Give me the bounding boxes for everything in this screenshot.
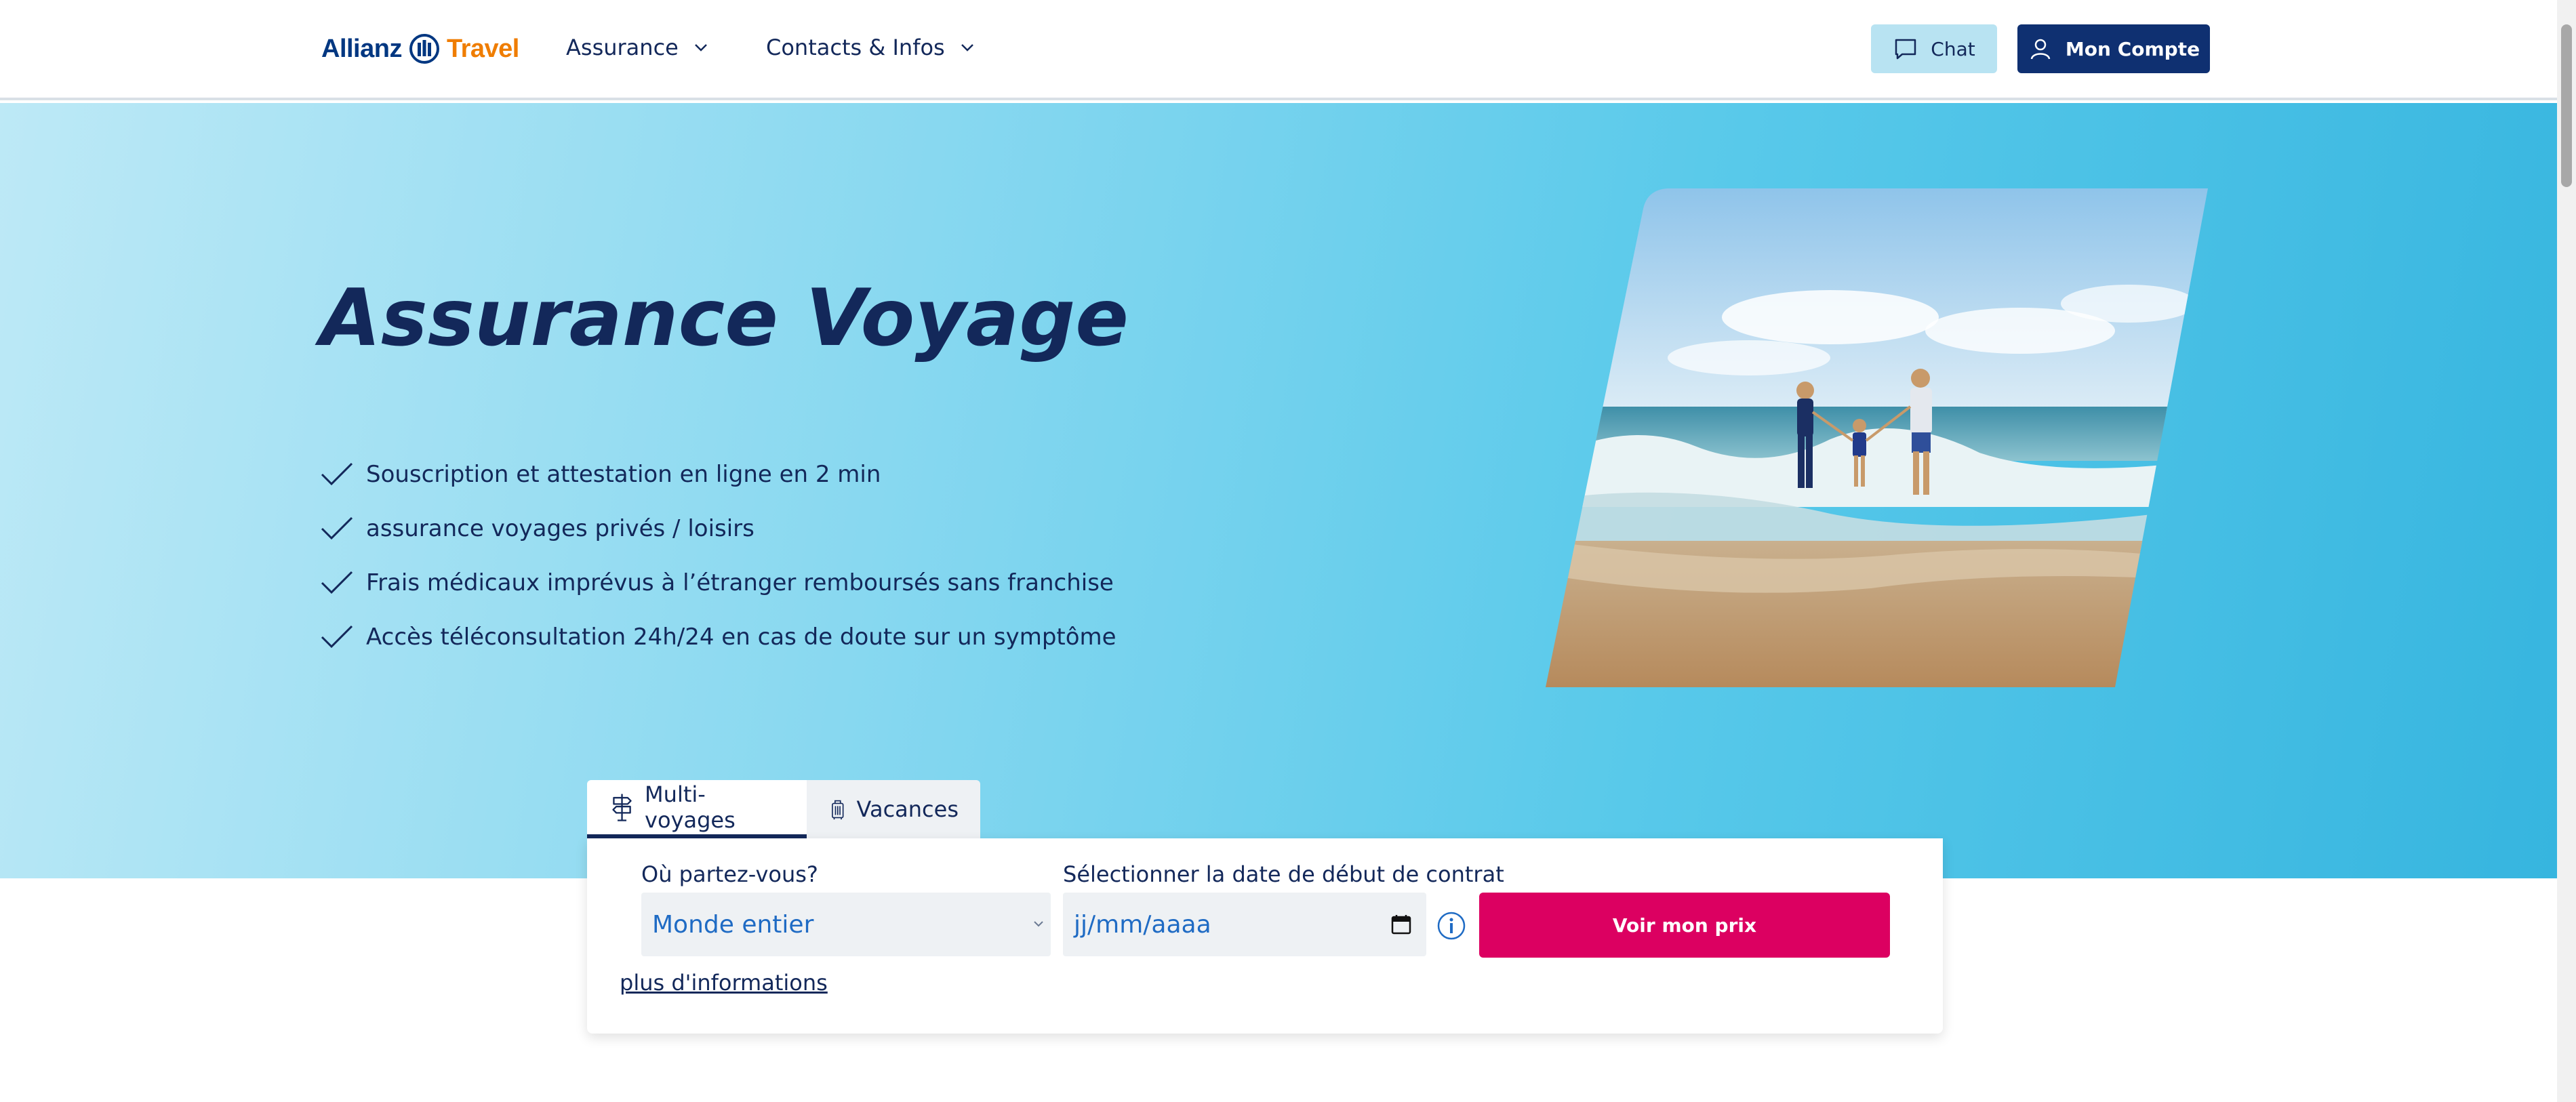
chevron-down-icon [1034,921,1043,927]
beach-photo-illustration [1546,188,2208,687]
nav-assurance-label: Assurance [566,35,679,60]
date-placeholder: jj/mm/aaaa [1074,910,1211,939]
chat-button[interactable]: Chat [1871,24,1997,73]
nav-contacts-label: Contacts & Infos [766,35,945,60]
feature-item: Frais médicaux imprévus à l’étranger rem… [320,556,1116,610]
beach-family-photo [1546,188,2210,687]
tab-multi-voyages-label: Multi-voyages [645,781,736,833]
quote-form-card: Où partez-vous? Monde entier Sélectionne… [587,838,1943,1034]
nav-assurance[interactable]: Assurance [566,30,710,65]
my-account-label: Mon Compte [2065,37,2200,60]
product-tabs: Multi-voyages Vacances [587,780,980,838]
user-icon [2030,39,2051,60]
feature-text: assurance voyages privés / loisirs [366,515,754,542]
chevron-down-icon [961,44,973,52]
tab-vacances-label: Vacances [856,796,959,822]
feature-list: Souscription et attestation en ligne en … [320,447,1116,664]
logo-text-travel: Travel [446,34,519,63]
logo-text-allianz: Allianz [321,34,402,63]
signpost-icon [612,794,632,821]
site-header: Allianz Travel Assurance Contacts & Info… [0,0,2557,100]
feature-text: Souscription et attestation en ligne en … [366,461,881,488]
destination-select[interactable]: Monde entier [641,893,1051,956]
feature-item: Souscription et attestation en ligne en … [320,447,1116,502]
start-date-input[interactable]: jj/mm/aaaa [1063,893,1426,956]
see-price-button[interactable]: Voir mon prix [1479,893,1890,958]
chevron-down-icon [694,44,707,52]
suitcase-icon [832,800,844,820]
checkmark-icon [321,571,353,594]
my-account-button[interactable]: Mon Compte [2017,24,2210,73]
scrollbar-thumb[interactable] [2561,24,2572,187]
more-information-link[interactable]: plus d'informations [620,970,828,996]
page-title: Assurance Voyage [320,272,1129,364]
tab-multi-voyages[interactable]: Multi-voyages [587,780,807,838]
feature-item: Accès téléconsultation 24h/24 en cas de … [320,610,1116,664]
chat-button-label: Chat [1931,37,1975,60]
destination-value: Monde entier [652,910,814,939]
tab-vacances[interactable]: Vacances [807,780,980,838]
destination-label: Où partez-vous? [641,861,818,887]
feature-item: assurance voyages privés / loisirs [320,502,1116,556]
hero-section: Assurance Voyage Souscription et attesta… [0,103,2557,878]
page-scrollbar[interactable] [2557,0,2576,1102]
allianz-eagle-icon [409,34,439,64]
checkmark-icon [321,516,353,540]
allianz-travel-logo[interactable]: Allianz Travel [321,30,519,68]
checkmark-icon [321,625,353,649]
feature-text: Frais médicaux imprévus à l’étranger rem… [366,569,1114,596]
feature-text: Accès téléconsultation 24h/24 en cas de … [366,624,1116,651]
nav-contacts-infos[interactable]: Contacts & Infos [766,30,976,65]
chat-bubble-icon [1895,39,1916,60]
calendar-icon[interactable] [1390,913,1413,936]
checkmark-icon [321,462,353,486]
start-date-label: Sélectionner la date de début de contrat [1063,861,1504,887]
info-icon[interactable] [1436,910,1467,941]
